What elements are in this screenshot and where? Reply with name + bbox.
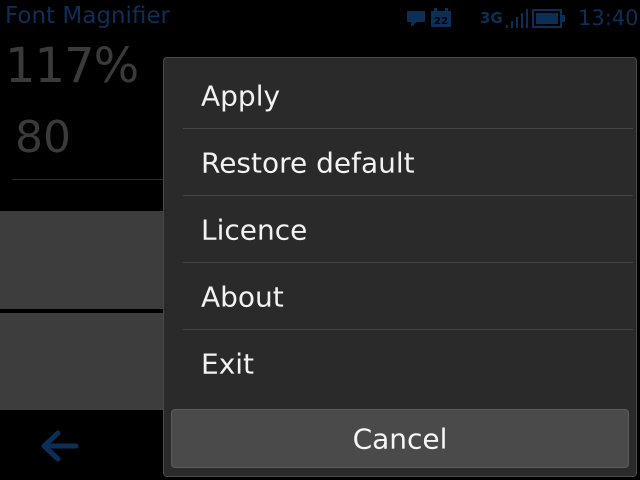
- preview-panel-2[interactable]: [0, 313, 170, 410]
- menu-item-restore-default[interactable]: Restore default: [183, 130, 633, 196]
- menu-item-licence[interactable]: Licence: [183, 197, 633, 263]
- chat-notification-icon: [407, 11, 425, 27]
- cancel-button-label: Cancel: [352, 422, 448, 455]
- menu-item-exit[interactable]: Exit: [183, 331, 633, 397]
- calendar-day: 22: [434, 16, 448, 27]
- cancel-button[interactable]: Cancel: [171, 409, 629, 468]
- battery-icon: [532, 9, 565, 28]
- zoom-percent-label: 117%: [5, 38, 139, 94]
- clock: 13:40: [578, 6, 639, 30]
- menu-item-apply[interactable]: Apply: [183, 63, 633, 129]
- back-arrow-icon: [41, 430, 79, 462]
- menu-item-label: Apply: [201, 79, 281, 112]
- menu-item-label: Exit: [201, 347, 255, 381]
- status-bar: Font Magnifier 22 3G 13:40: [0, 0, 640, 36]
- app-title: Font Magnifier: [5, 3, 170, 29]
- menu-item-label: Restore default: [201, 146, 415, 179]
- menu-item-label: Licence: [201, 213, 308, 246]
- network-type: 3G: [480, 9, 503, 27]
- calendar-icon: 22: [431, 8, 451, 27]
- size-value-input[interactable]: 80: [15, 112, 71, 163]
- back-button[interactable]: [36, 424, 84, 468]
- preview-panel-1[interactable]: [0, 211, 170, 309]
- options-menu: Apply Restore default Licence About Exit…: [163, 57, 637, 477]
- input-underline: [12, 179, 172, 180]
- menu-item-about[interactable]: About: [183, 264, 633, 330]
- screen: Font Magnifier 22 3G 13:40 117% 80 Apply…: [0, 0, 640, 480]
- menu-item-label: About: [201, 280, 284, 313]
- signal-strength-icon: [506, 9, 528, 28]
